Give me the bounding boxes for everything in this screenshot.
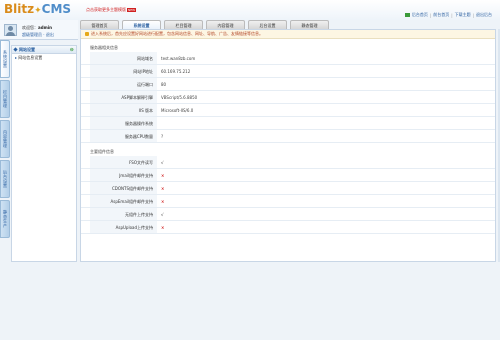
table-row: 运行端口 80 [81,78,495,91]
row-value: √ [161,212,164,217]
logout-link[interactable]: 退出 [46,32,54,37]
table-row: CDONTS组件邮件支持 × [81,182,495,195]
home-icon [404,13,410,17]
row-value: Microsoft-IIS/6.0 [161,108,194,113]
promo-link[interactable]: 点击获取更多主题模版 NEW [86,7,137,13]
sidebar-item-site-info[interactable]: ▸ 网站信息设置 [12,54,76,62]
table-row: AspEmail组件邮件支持 × [81,195,495,208]
top-links: 后台首页 | 前台首页 | 下载主题 | 退出后台 [404,12,492,18]
toplink-admin-home[interactable]: 后台首页 [412,12,428,18]
user-role: 超级管理员 [22,32,42,37]
table-row: 网站IP地址 60.169.75.212 [81,65,495,78]
row-value [157,117,161,129]
row-value: 80 [161,82,167,87]
vnav-content-management[interactable]: 内容管理 [0,120,10,158]
row-value: × [161,199,165,204]
vnav-static-generation[interactable]: 静态生产 [0,200,10,238]
tab-column-management[interactable]: 栏目管理 [164,20,203,29]
avatar [4,24,17,36]
arrow-right-icon: ▸ [15,55,18,60]
table-row: Jmail组件邮件支持 × [81,169,495,182]
table-row: ASP脚本解释引擎 VBScript/5.6.8850 [81,91,495,104]
notice-bar: 进入系统后，首先应设置好网站进行配置，包含网站信息、网址、导航、广告、友情链接等… [81,30,495,39]
sidebar-header[interactable]: 网站设置 ⊖ [12,46,76,54]
row-value: test.wan8zb.com [161,56,196,61]
user-panel: 欢迎您：admin 超级管理员 · 退出 [0,20,78,40]
row-value: 60.169.75.212 [161,69,191,74]
diamond-icon [13,47,18,52]
row-label: FSO文件读写 [90,156,157,168]
row-value: × [161,173,165,178]
sidebar-header-label: 网站设置 [19,46,35,52]
component-info-table: FSO文件读写 √ Jmail组件邮件支持 × CDONTS组件邮件支持 × AspEmai… [81,156,495,234]
vnav-backend-settings[interactable]: 后台设置 [0,160,10,198]
table-row: 服务器CPU数量? [81,130,495,143]
row-label: 网站IP地址 [90,65,157,77]
sidebar: 网站设置 ⊖ ▸ 网站信息设置 [11,45,77,262]
new-badge: NEW [127,8,137,12]
header-bar: Blitz✦CMS 点击获取更多主题模版 NEW 后台首页 | 前台首页 | 下载… [0,0,500,20]
row-value: × [161,186,165,191]
tab-home[interactable]: 管理首页 [80,20,119,29]
promo-text: 点击获取更多主题模版 [86,7,126,12]
row-label: 网站域名 [90,52,157,64]
section-title-components: 主要组件信息 [90,149,114,154]
table-row: IIS 版本 Microsoft-IIS/6.0 [81,104,495,117]
row-label: CDONTS组件邮件支持 [90,182,157,194]
username: admin [38,25,52,30]
row-value: × [161,225,165,230]
row-label: ASP脚本解释引擎 [90,91,157,103]
vnav-column-management[interactable]: 栏目管理 [0,80,10,118]
row-label: AspUpload上传支持 [90,221,157,233]
row-label: Jmail组件邮件支持 [90,169,157,181]
tab-static-management[interactable]: 静态管理 [290,20,329,29]
row-label: 服务器CPU数量 [90,130,157,142]
table-row: 无组件上传支持 √ [81,208,495,221]
row-label: IIS 版本 [90,104,157,116]
vnav-system-settings[interactable]: 系统设置 [0,40,10,78]
row-value: √ [161,160,164,165]
toplink-front-home[interactable]: 前台首页 [433,12,449,18]
server-info-table: 网站域名 test.wan8zb.com 网站IP地址 60.169.75.212 运行… [81,52,495,143]
vertical-nav: 系统设置 栏目管理 内容管理 后台设置 静态生产 [0,40,10,262]
row-value: VBScript/5.6.8850 [161,95,198,100]
row-label: AspEmail组件邮件支持 [90,195,157,207]
table-row: 服务器操作系统 [81,117,495,130]
row-label: 运行端口 [90,78,157,90]
main-content: 进入系统后，首先应设置好网站进行配置，包含网站信息、网址、导航、广告、友情链接等… [80,29,496,262]
welcome-text: 欢迎您：admin [22,25,52,30]
table-row: AspUpload上传支持 × [81,221,495,234]
row-label: 服务器操作系统 [90,117,157,129]
logo-part-2: CMS [41,2,72,16]
toplink-download-theme[interactable]: 下载主题 [455,12,471,18]
sidebar-item-label: 网站信息设置 [18,55,43,60]
logo-star-icon: ✦ [34,6,42,16]
notice-text: 进入系统后，首先应设置好网站进行配置，包含网站信息、网址、导航、广告、友情链接等… [91,31,263,36]
table-row: FSO文件读写 √ [81,156,495,169]
table-row: 网站域名 test.wan8zb.com [81,52,495,65]
warning-icon [85,32,89,36]
row-value: ? [161,134,164,139]
tab-backend-settings[interactable]: 后台设置 [248,20,287,29]
user-links: 超级管理员 · 退出 [22,32,54,37]
tab-content-management[interactable]: 内容管理 [206,20,245,29]
section-title-server: 服务器相关信息 [90,45,118,50]
main-tabs: 管理首页 系统设置 栏目管理 内容管理 后台设置 静态管理 [80,20,329,29]
tab-system-settings[interactable]: 系统设置 [122,20,161,29]
logo-part-1: Blitz [4,2,35,16]
app-logo[interactable]: Blitz✦CMS [4,2,71,16]
collapse-icon[interactable]: ⊖ [70,47,74,53]
row-label: 无组件上传支持 [90,208,157,220]
toplink-logout[interactable]: 退出后台 [476,12,492,18]
